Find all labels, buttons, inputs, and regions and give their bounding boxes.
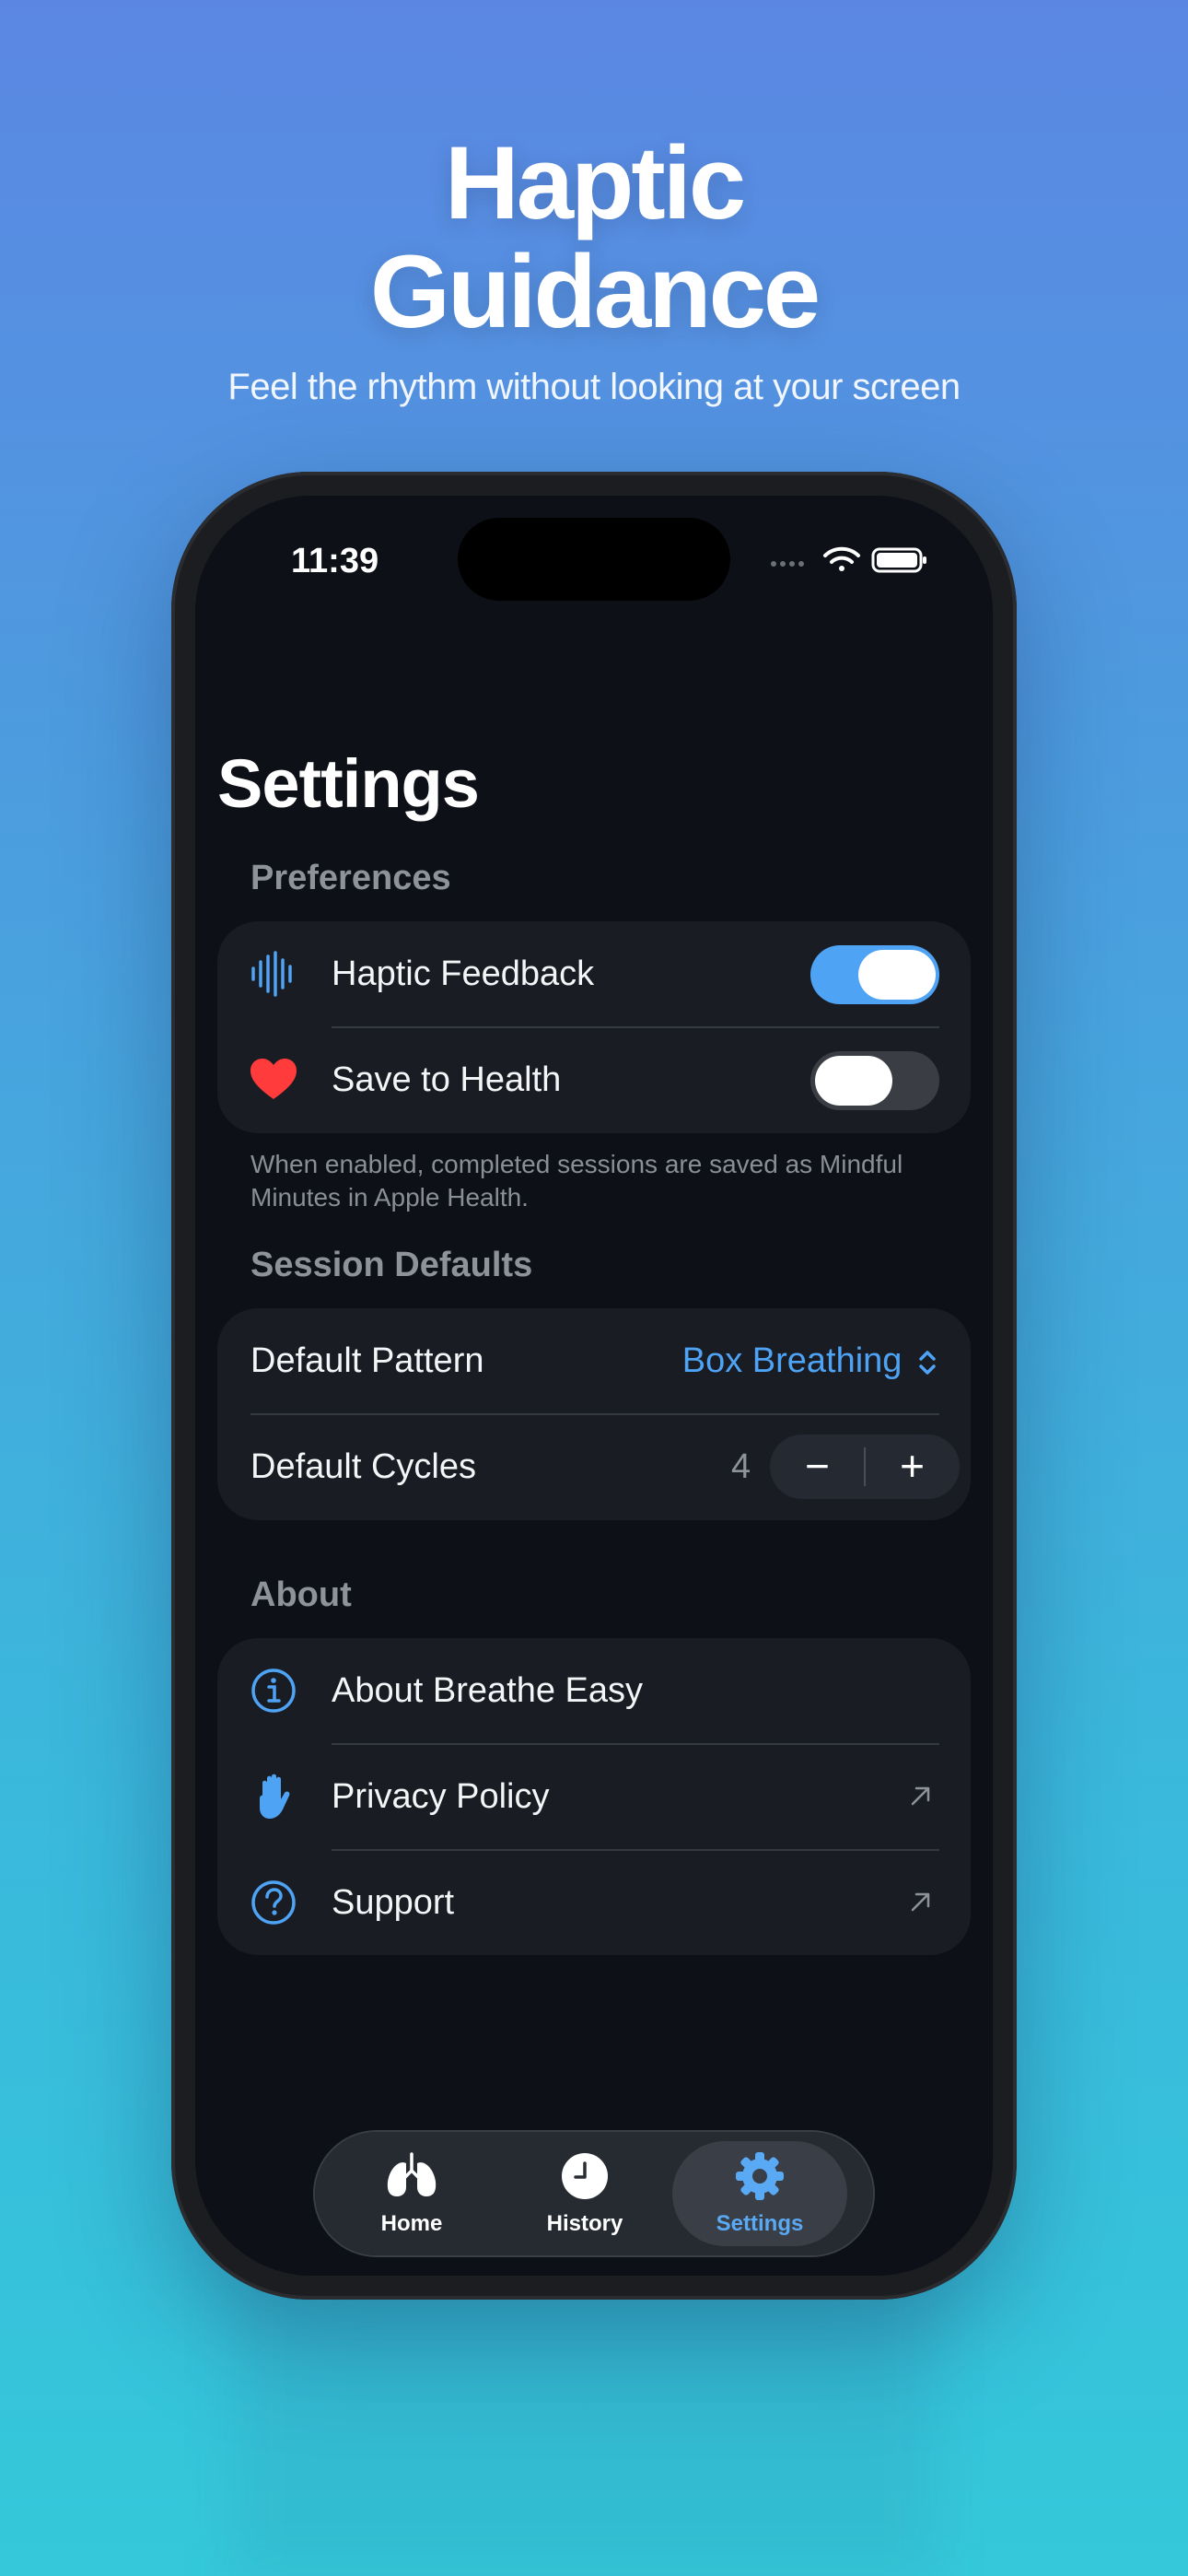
default-cycles-label: Default Cycles (250, 1447, 476, 1486)
question-icon (251, 1880, 296, 1925)
toggle-knob (815, 1056, 892, 1106)
phone-screen: 11:39 Settings Preferences Haptic Feedba… (195, 496, 993, 2276)
promo-subtitle: Feel the rhythm without looking at your … (227, 367, 961, 407)
health-footnote: When enabled, completed sessions are sav… (250, 1150, 903, 1212)
tab-home-label: Home (380, 2211, 443, 2236)
cellular-dots-icon (771, 561, 804, 567)
tab-home[interactable]: Home (324, 2141, 499, 2246)
wifi-icon (823, 546, 860, 571)
decrement-button[interactable]: − (770, 1434, 865, 1499)
session-defaults-group: Default Pattern Box Breathing Default Cy… (217, 1308, 971, 1520)
battery-icon (871, 547, 926, 573)
increment-button[interactable]: + (865, 1434, 960, 1499)
tab-settings[interactable]: Settings (672, 2141, 847, 2246)
save-to-health-label: Save to Health (332, 1060, 562, 1099)
support-label: Support (332, 1883, 455, 1922)
promo-headline-line2: Guidance (369, 234, 821, 349)
promo-headline-line1: Haptic (444, 125, 746, 240)
about-group: About Breathe Easy Privacy Policy Suppor… (217, 1638, 971, 1955)
info-icon (251, 1669, 296, 1713)
section-header-session-defaults: Session Defaults (250, 1246, 533, 1284)
promo-headline: Haptic Guidance (0, 129, 1188, 346)
default-pattern-value: Box Breathing (681, 1341, 903, 1380)
dynamic-island (458, 518, 730, 601)
tab-settings-label: Settings (716, 2211, 804, 2236)
external-link-icon (911, 1892, 930, 1912)
gear-icon (736, 2152, 784, 2200)
hand-icon (260, 1774, 290, 1819)
tab-history-label: History (546, 2211, 623, 2236)
privacy-policy-row[interactable]: Privacy Policy (217, 1744, 971, 1850)
privacy-policy-label: Privacy Policy (332, 1777, 550, 1816)
tab-bar: Home History Settings (315, 2132, 873, 2255)
default-pattern-label: Default Pattern (250, 1341, 484, 1380)
haptic-feedback-toggle[interactable] (810, 945, 939, 1004)
page-title: Settings (217, 745, 480, 822)
haptic-feedback-label: Haptic Feedback (332, 954, 595, 993)
section-header-about: About (250, 1575, 352, 1614)
tab-history[interactable]: History (497, 2141, 672, 2246)
external-link-icon (911, 1786, 930, 1806)
clock-icon (562, 2153, 608, 2199)
cycles-stepper: − + (770, 1434, 960, 1499)
save-to-health-row: Save to Health (217, 1027, 971, 1133)
save-to-health-toggle[interactable] (810, 1051, 939, 1110)
heart-icon (250, 1059, 297, 1099)
default-pattern-picker[interactable]: Box Breathing (682, 1341, 938, 1381)
default-cycles-row: Default Cycles 4 − + (217, 1414, 971, 1520)
about-breathe-easy-row[interactable]: About Breathe Easy (217, 1638, 971, 1744)
phone-frame: 11:39 Settings Preferences Haptic Feedba… (171, 472, 1017, 2300)
toggle-knob (858, 950, 936, 1000)
section-header-preferences: Preferences (250, 859, 451, 897)
status-time: 11:39 (291, 542, 379, 580)
lungs-icon (387, 2152, 437, 2196)
haptic-feedback-row: Haptic Feedback (217, 921, 971, 1027)
default-pattern-row[interactable]: Default Pattern Box Breathing (217, 1308, 971, 1414)
waveform-icon (251, 951, 292, 997)
status-icons (771, 546, 926, 573)
default-cycles-value: 4 (731, 1447, 751, 1486)
support-row[interactable]: Support (217, 1850, 971, 1956)
chevron-up-down-icon (919, 1351, 936, 1375)
about-breathe-easy-label: About Breathe Easy (332, 1671, 643, 1710)
preferences-group: Haptic Feedback Save to Health (217, 921, 971, 1133)
